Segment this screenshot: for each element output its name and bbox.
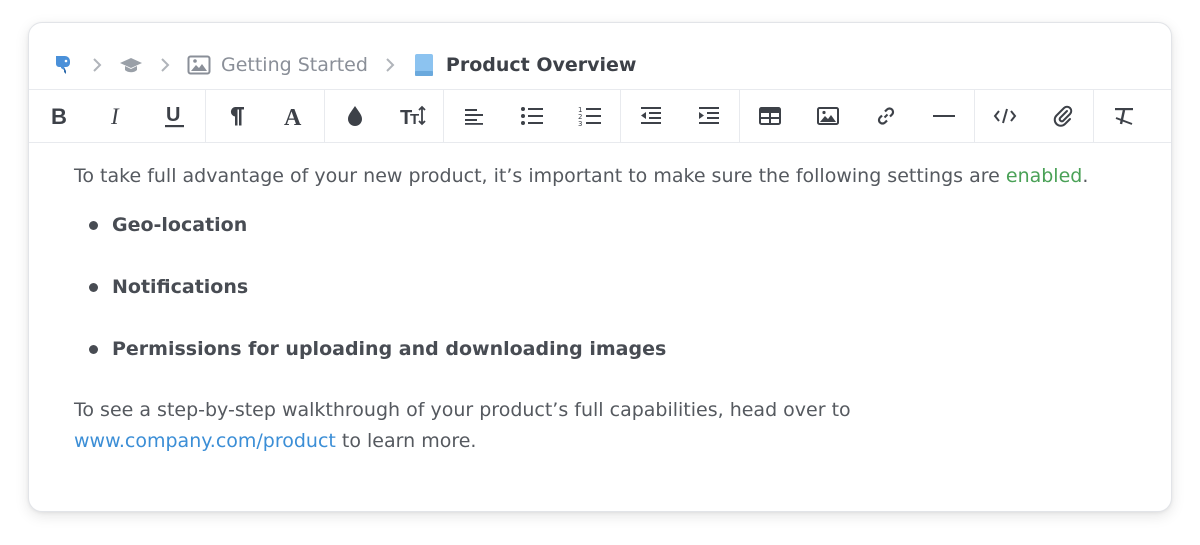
paragraph-button[interactable] xyxy=(207,90,265,142)
list-item: Geo-location xyxy=(74,210,1134,241)
bold-button[interactable]: B xyxy=(30,90,88,142)
intro-paragraph: To take full advantage of your new produ… xyxy=(74,161,1134,192)
clear-format-button[interactable] xyxy=(1095,90,1153,142)
link-button[interactable] xyxy=(857,90,915,142)
toolbar-group-size: T T xyxy=(325,90,444,142)
outro-tail: to learn more. xyxy=(335,430,477,452)
svg-text:I: I xyxy=(110,105,120,127)
numbered-list-icon: 123 xyxy=(578,105,602,127)
insert-image-button[interactable] xyxy=(799,90,857,142)
align-left-icon xyxy=(464,107,484,125)
breadcrumb-label: Getting Started xyxy=(221,54,368,76)
italic-icon: I xyxy=(107,105,127,127)
table-icon xyxy=(759,107,781,125)
book-icon xyxy=(412,53,436,77)
mascot-icon xyxy=(51,53,75,77)
product-link[interactable]: www.company.com/product xyxy=(74,430,336,452)
toolbar-group-indent xyxy=(621,90,740,142)
horizontal-rule-icon xyxy=(932,113,956,119)
image-icon xyxy=(187,53,211,77)
breadcrumb-item-product-overview[interactable]: Product Overview xyxy=(412,53,637,77)
code-button[interactable] xyxy=(976,90,1034,142)
underline-icon: U xyxy=(164,104,186,128)
font-color-icon: A xyxy=(283,105,305,127)
breadcrumb-item-getting-started[interactable]: Getting Started xyxy=(187,53,368,77)
clear-format-icon xyxy=(1112,106,1136,126)
outdent-icon xyxy=(640,106,662,126)
toolbar-group-text-style: B I U xyxy=(29,90,206,142)
numbered-list-button[interactable]: 123 xyxy=(561,90,619,142)
horizontal-rule-button[interactable] xyxy=(915,90,973,142)
svg-text:A: A xyxy=(284,105,302,127)
chevron-right-icon xyxy=(143,57,187,73)
list-item: Notifications xyxy=(74,272,1134,303)
indent-icon xyxy=(698,106,720,126)
link-icon xyxy=(876,106,896,126)
bold-icon: B xyxy=(49,105,69,127)
svg-text:U: U xyxy=(166,104,180,126)
bullet-icon xyxy=(89,345,98,354)
fill-color-icon xyxy=(346,105,364,127)
toolbar-group-clear xyxy=(1094,90,1154,142)
svg-text:3: 3 xyxy=(578,120,582,127)
code-icon xyxy=(993,107,1017,125)
chevron-right-icon xyxy=(368,57,412,73)
chevron-right-icon xyxy=(75,57,119,73)
editor-card: Getting Started Product Overview B I U A… xyxy=(28,22,1172,512)
breadcrumb-item-learning[interactable] xyxy=(119,53,143,77)
list-item-label: Geo-location xyxy=(112,214,248,236)
features-list: Geo-location Notifications Permissions f… xyxy=(74,210,1134,365)
breadcrumb-label: Product Overview xyxy=(445,54,637,76)
fill-color-button[interactable] xyxy=(326,90,384,142)
editor-content[interactable]: To take full advantage of your new produ… xyxy=(74,161,1134,457)
italic-button[interactable]: I xyxy=(88,90,146,142)
formatting-toolbar: B I U A T T 1 2 3 xyxy=(29,89,1171,143)
bullet-list-icon xyxy=(520,106,544,126)
intro-text: To take full advantage of your new produ… xyxy=(74,165,1006,187)
font-size-icon: T T xyxy=(400,105,426,127)
toolbar-group-code xyxy=(975,90,1094,142)
outro-paragraph: To see a step-by-step walkthrough of you… xyxy=(74,395,1134,457)
attachment-button[interactable] xyxy=(1034,90,1092,142)
paragraph-icon xyxy=(227,105,245,127)
table-button[interactable] xyxy=(741,90,799,142)
indent-button[interactable] xyxy=(680,90,738,142)
toolbar-group-paragraph: A xyxy=(206,90,325,142)
toolbar-group-insert xyxy=(740,90,975,142)
font-color-button[interactable]: A xyxy=(265,90,323,142)
list-item: Permissions for uploading and downloadin… xyxy=(74,334,1134,365)
bullet-icon xyxy=(89,221,98,230)
outro-text: To see a step-by-step walkthrough of you… xyxy=(74,399,851,421)
graduation-cap-icon xyxy=(119,53,143,77)
list-item-label: Permissions for uploading and downloadin… xyxy=(112,338,667,360)
outdent-button[interactable] xyxy=(622,90,680,142)
enabled-highlight: enabled xyxy=(1005,165,1083,187)
svg-text:B: B xyxy=(51,105,67,127)
align-left-button[interactable] xyxy=(445,90,503,142)
bullet-icon xyxy=(89,283,98,292)
font-size-button[interactable]: T T xyxy=(384,90,442,142)
attachment-icon xyxy=(1053,104,1073,128)
svg-text:T: T xyxy=(410,111,419,127)
bullet-list-button[interactable] xyxy=(503,90,561,142)
list-item-label: Notifications xyxy=(112,276,249,298)
underline-button[interactable]: U xyxy=(146,90,204,142)
image-icon xyxy=(817,107,839,125)
intro-period: . xyxy=(1082,165,1089,187)
breadcrumb-item-home[interactable] xyxy=(51,53,75,77)
breadcrumb: Getting Started Product Overview xyxy=(51,51,636,79)
toolbar-group-lists: 123 xyxy=(444,90,621,142)
